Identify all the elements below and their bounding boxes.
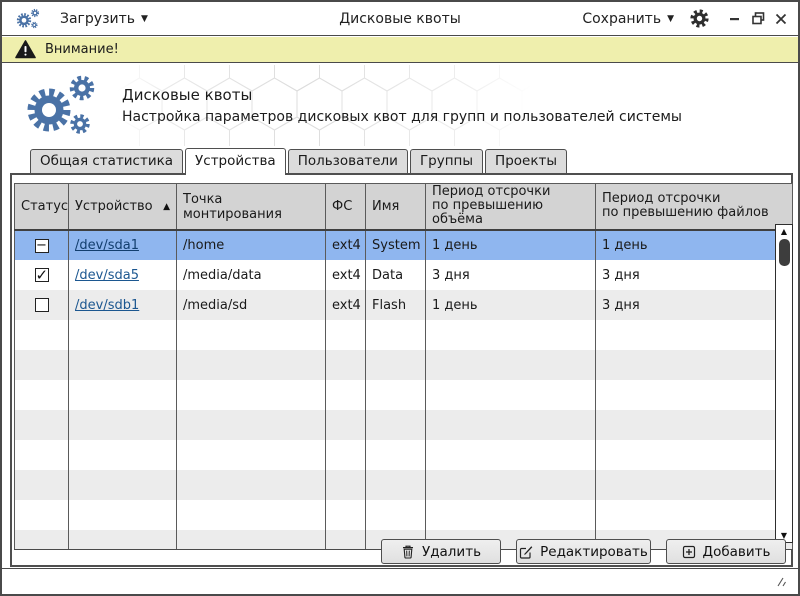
row-checkbox-checked[interactable]: ✓ xyxy=(35,268,49,282)
warning-banner: Внимание! xyxy=(2,37,798,63)
window-title: Дисковые квоты xyxy=(2,11,798,27)
grace-volume-cell: 1 день xyxy=(426,290,596,320)
resize-grip[interactable] xyxy=(774,577,786,587)
module-header: Дисковые квоты Настройка параметров диск… xyxy=(2,64,798,147)
column-header-fs[interactable]: ФС xyxy=(326,184,366,231)
row-checkbox-indeterminate[interactable]: − xyxy=(35,239,49,253)
warning-banner-text: Внимание! xyxy=(45,42,119,57)
action-buttons: Удалить Редактировать Добавить xyxy=(381,539,786,564)
hexagon-pattern-decoration xyxy=(117,65,532,146)
column-header-grace-files[interactable]: Период отсрочки по превышению файлов xyxy=(596,184,793,231)
plus-square-icon xyxy=(682,545,696,559)
tab-projects[interactable]: Проекты xyxy=(485,149,567,174)
tab-groups[interactable]: Группы xyxy=(410,149,483,174)
grace-files-cell: 3 дня xyxy=(596,290,793,320)
vertical-scrollbar[interactable]: ▲ ▼ xyxy=(775,224,793,543)
delete-button[interactable]: Удалить xyxy=(381,539,501,564)
row-checkbox-unchecked[interactable] xyxy=(35,298,49,312)
name-cell: Flash xyxy=(366,290,426,320)
device-link[interactable]: /dev/sda5 xyxy=(75,268,139,283)
name-cell: Data xyxy=(366,260,426,290)
table-row[interactable]: /dev/sdb1 /media/sd ext4 Flash 1 день 3 … xyxy=(15,290,793,320)
module-title: Дисковые квоты xyxy=(122,86,252,104)
tab-bar: Общая статистика Устройства Пользователи… xyxy=(30,148,569,175)
warning-triangle-icon xyxy=(15,40,36,59)
grace-volume-cell: 1 день xyxy=(426,230,596,260)
mount-point-cell: /home xyxy=(177,230,326,260)
table-row[interactable]: − /dev/sda1 /home ext4 System 1 день 1 д… xyxy=(15,230,793,260)
edit-button[interactable]: Редактировать xyxy=(516,539,651,564)
tab-general-statistics[interactable]: Общая статистика xyxy=(30,149,183,174)
device-link[interactable]: /dev/sdb1 xyxy=(75,298,139,313)
edit-icon xyxy=(519,545,533,559)
titlebar: Загрузить ▼ Дисковые квоты Сохранить ▼ xyxy=(2,2,798,36)
devices-table: Статус Устройство ▲ Точка монтирования Ф… xyxy=(14,183,792,550)
grace-volume-cell: 3 дня xyxy=(426,260,596,290)
devices-panel: Статус Устройство ▲ Точка монтирования Ф… xyxy=(10,173,793,567)
scroll-up-button[interactable]: ▲ xyxy=(776,225,792,238)
status-bar xyxy=(2,568,798,594)
trash-icon xyxy=(401,545,415,559)
name-cell: System xyxy=(366,230,426,260)
mount-point-cell: /media/sd xyxy=(177,290,326,320)
fs-cell: ext4 xyxy=(326,230,366,260)
grace-files-cell: 1 день xyxy=(596,230,793,260)
mount-point-cell: /media/data xyxy=(177,260,326,290)
column-header-mount-point[interactable]: Точка монтирования xyxy=(177,184,326,231)
sort-ascending-icon: ▲ xyxy=(163,202,170,212)
table-row[interactable]: ✓ /dev/sda5 /media/data ext4 Data 3 дня … xyxy=(15,260,793,290)
scrollbar-thumb[interactable] xyxy=(779,239,790,266)
module-subtitle: Настройка параметров дисковых квот для г… xyxy=(122,109,682,125)
fs-cell: ext4 xyxy=(326,290,366,320)
column-header-status[interactable]: Статус xyxy=(15,184,69,231)
fs-cell: ext4 xyxy=(326,260,366,290)
tab-users[interactable]: Пользователи xyxy=(288,149,408,174)
device-link[interactable]: /dev/sda1 xyxy=(75,238,139,253)
column-header-name[interactable]: Имя xyxy=(366,184,426,231)
table-empty-rows xyxy=(15,320,793,549)
tab-devices[interactable]: Устройства xyxy=(185,148,286,175)
app-window: Загрузить ▼ Дисковые квоты Сохранить ▼ xyxy=(0,0,800,596)
column-header-device[interactable]: Устройство ▲ xyxy=(69,184,177,231)
module-gears-icon xyxy=(18,73,110,139)
table-header-row: Статус Устройство ▲ Точка монтирования Ф… xyxy=(15,184,793,231)
add-button[interactable]: Добавить xyxy=(666,539,786,564)
grace-files-cell: 3 дня xyxy=(596,260,793,290)
column-header-grace-volume[interactable]: Период отсрочки по превышению объёма xyxy=(426,184,596,231)
